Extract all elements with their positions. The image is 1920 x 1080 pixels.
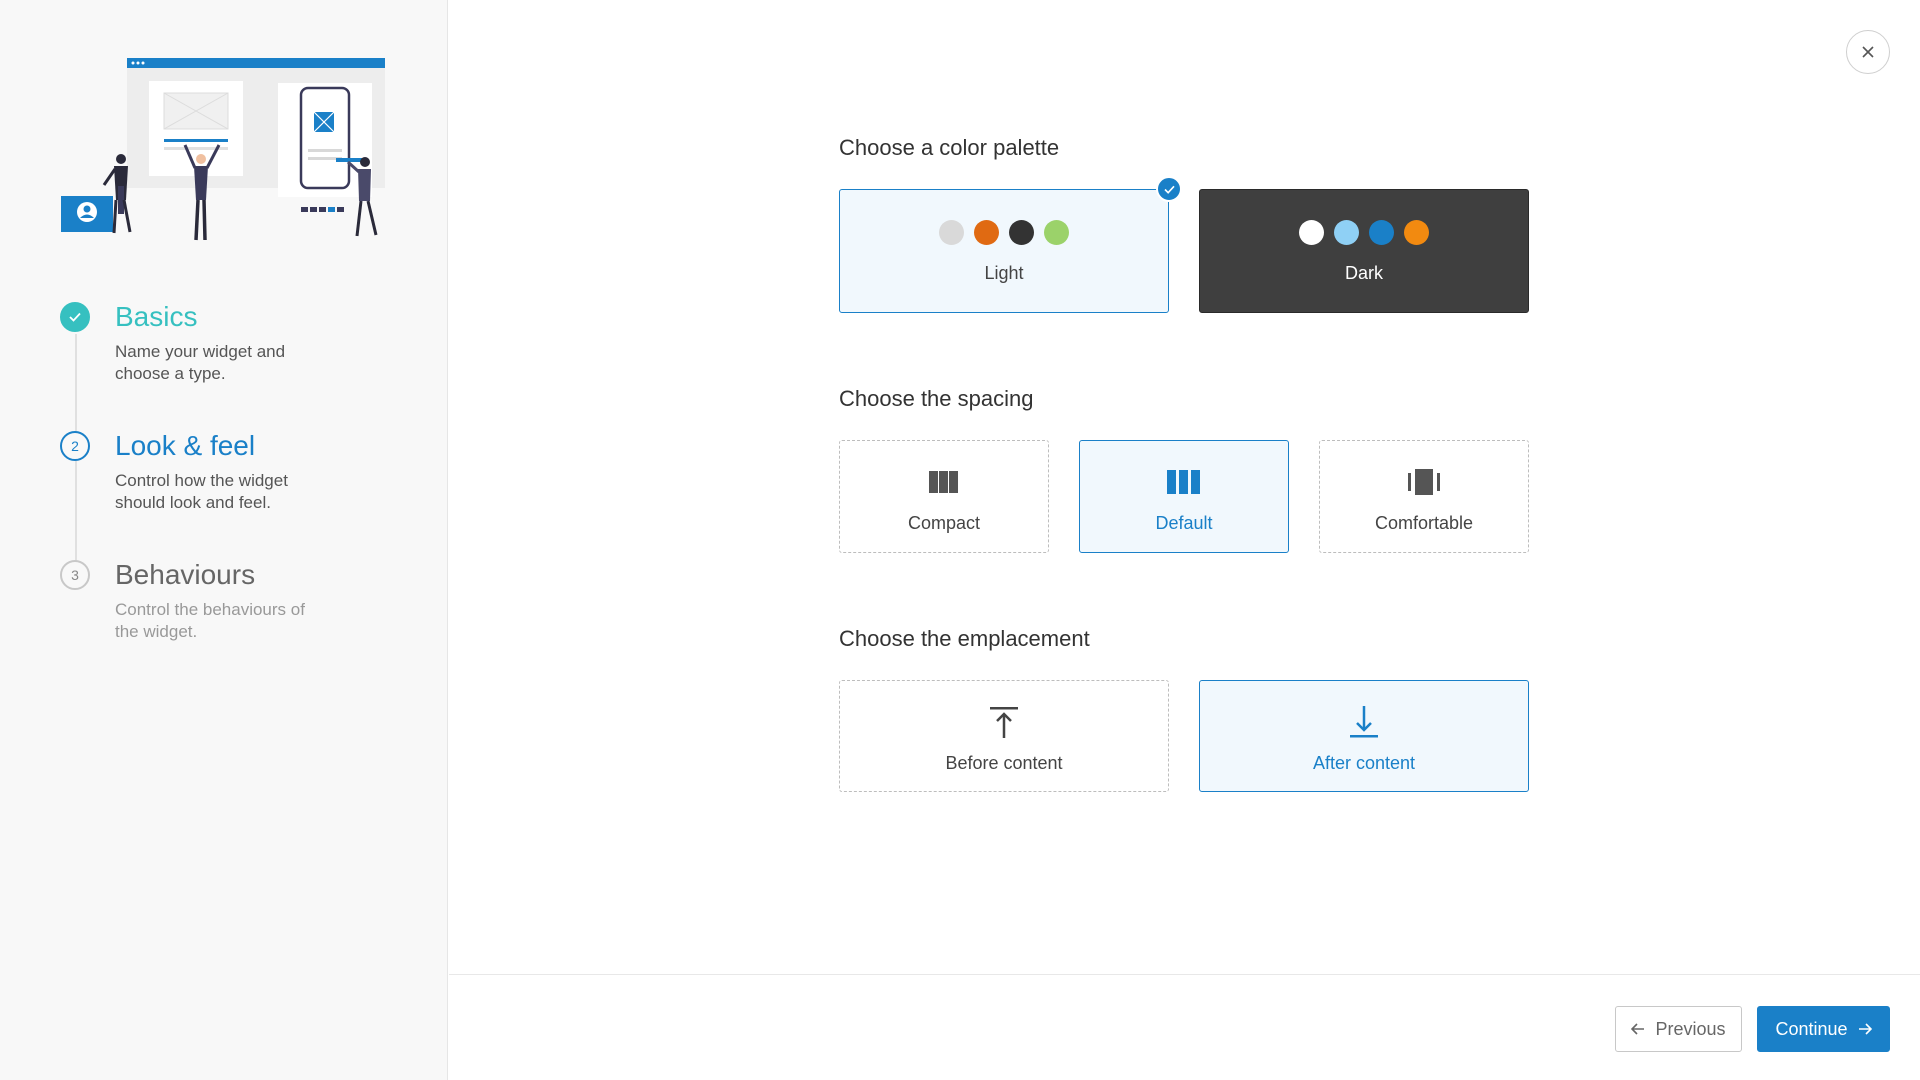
- step-behaviours[interactable]: 3 Behaviours Control the behaviours of t…: [58, 558, 418, 687]
- arrow-left-icon: [1631, 1023, 1645, 1035]
- palette-label: Light: [984, 263, 1024, 283]
- palette-label: Dark: [1344, 263, 1383, 283]
- swatch-group: [1299, 220, 1429, 245]
- step-description: Control how the widget should look and f…: [115, 471, 288, 512]
- color-swatch: [1369, 220, 1394, 245]
- emplacement-option-before[interactable]: Before content: [839, 680, 1169, 792]
- step-description: Name your widget and choose a type.: [115, 342, 286, 383]
- step-title: Basics: [115, 301, 198, 332]
- step-number: 2: [60, 431, 90, 461]
- arrow-to-bottom-icon: [1350, 705, 1378, 739]
- arrow-to-top-icon: [990, 705, 1018, 739]
- default-columns-icon: [1167, 469, 1201, 495]
- color-swatch: [1299, 220, 1324, 245]
- palette-title: Choose a color palette: [839, 135, 1060, 160]
- wizard-sidebar: Basics Name your widget and choose a typ…: [0, 0, 448, 1080]
- step-title: Look & feel: [115, 430, 256, 461]
- footer-divider: [449, 974, 1920, 975]
- spacing-label: Comfortable: [1374, 513, 1474, 533]
- comfortable-columns-icon: [1408, 469, 1440, 495]
- step-description: Control the behaviours of the widget.: [115, 600, 305, 641]
- color-swatch: [1009, 220, 1034, 245]
- close-icon: [1862, 46, 1874, 58]
- step-basics[interactable]: Basics Name your widget and choose a typ…: [58, 300, 418, 429]
- palette-option-light[interactable]: Light: [839, 176, 1182, 313]
- emplacement-label: Before content: [945, 753, 1063, 773]
- emplacement-option-after[interactable]: After content: [1199, 680, 1529, 792]
- color-swatch: [974, 220, 999, 245]
- close-button[interactable]: [1846, 30, 1890, 74]
- wizard-steps: Basics Name your widget and choose a typ…: [58, 300, 418, 687]
- spacing-label: Compact: [907, 513, 981, 533]
- previous-label: Previous: [1655, 1018, 1726, 1039]
- spacing-option-comfortable[interactable]: Comfortable: [1319, 440, 1529, 553]
- step-look-and-feel[interactable]: 2 Look & feel Control how the widget sho…: [58, 429, 418, 558]
- step-number: 3: [60, 560, 90, 590]
- compact-columns-icon: [929, 469, 959, 495]
- selected-check-icon: [1156, 176, 1182, 202]
- spacing-title: Choose the spacing: [839, 386, 1034, 411]
- spacing-option-compact[interactable]: Compact: [839, 440, 1049, 553]
- continue-label: Continue: [1775, 1018, 1848, 1039]
- continue-button[interactable]: Continue: [1757, 1006, 1890, 1052]
- color-swatch: [939, 220, 964, 245]
- check-icon: [60, 302, 90, 332]
- step-title: Behaviours: [115, 559, 256, 590]
- arrow-right-icon: [1858, 1023, 1872, 1035]
- color-swatch: [1334, 220, 1359, 245]
- color-swatch: [1404, 220, 1429, 245]
- previous-button[interactable]: Previous: [1615, 1006, 1742, 1052]
- spacing-label: Default: [1155, 513, 1213, 533]
- emplacement-title: Choose the emplacement: [839, 626, 1090, 651]
- emplacement-label: After content: [1312, 753, 1416, 773]
- palette-option-dark[interactable]: Dark: [1199, 189, 1529, 313]
- spacing-option-default[interactable]: Default: [1079, 440, 1289, 553]
- color-swatch: [1044, 220, 1069, 245]
- widget-illustration: [61, 58, 385, 241]
- swatch-group: [939, 220, 1069, 245]
